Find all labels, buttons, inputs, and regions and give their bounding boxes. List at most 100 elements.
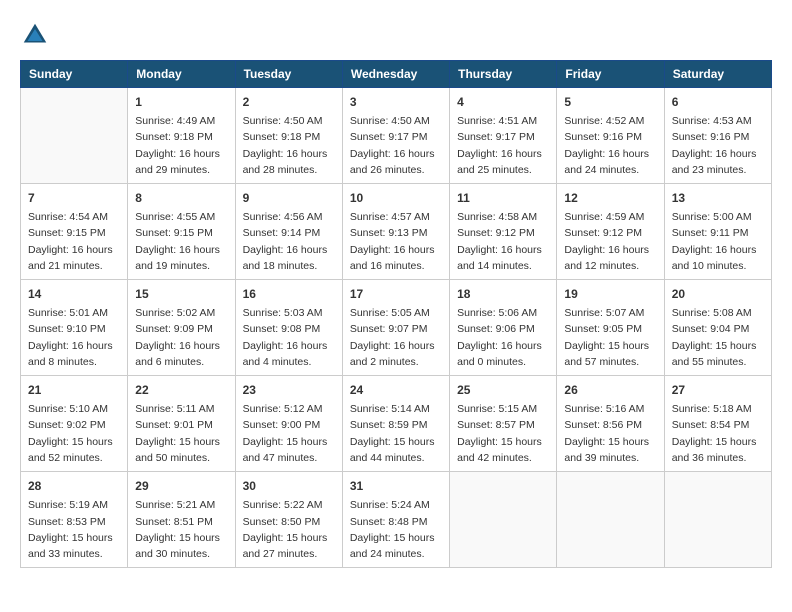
day-number: 31 bbox=[350, 477, 442, 495]
day-number: 1 bbox=[135, 93, 227, 111]
cell-content: Sunrise: 4:50 AM Sunset: 9:18 PM Dayligh… bbox=[243, 113, 335, 178]
cell-content: Sunrise: 5:18 AM Sunset: 8:54 PM Dayligh… bbox=[672, 401, 764, 466]
day-number: 5 bbox=[564, 93, 656, 111]
week-row-1: 1Sunrise: 4:49 AM Sunset: 9:18 PM Daylig… bbox=[21, 88, 772, 184]
calendar-cell: 3 Sunrise: 4:50 AM Sunset: 9:17 PM Daylig… bbox=[342, 88, 449, 184]
calendar-cell: 9 Sunrise: 4:56 AM Sunset: 9:14 PM Daylig… bbox=[235, 184, 342, 280]
cell-content: Sunrise: 5:10 AM Sunset: 9:02 PM Dayligh… bbox=[28, 401, 120, 466]
calendar-cell: 24Sunrise: 5:14 AM Sunset: 8:59 PM Dayli… bbox=[342, 376, 449, 472]
header-cell-tuesday: Tuesday bbox=[235, 61, 342, 88]
header-row: SundayMondayTuesdayWednesdayThursdayFrid… bbox=[21, 61, 772, 88]
calendar-cell: 18Sunrise: 5:06 AM Sunset: 9:06 PM Dayli… bbox=[450, 280, 557, 376]
calendar-cell: 29Sunrise: 5:21 AM Sunset: 8:51 PM Dayli… bbox=[128, 472, 235, 568]
week-row-2: 7 Sunrise: 4:54 AM Sunset: 9:15 PM Daylig… bbox=[21, 184, 772, 280]
calendar-cell: 26 Sunrise: 5:16 AM Sunset: 8:56 PM Dayli… bbox=[557, 376, 664, 472]
header-cell-friday: Friday bbox=[557, 61, 664, 88]
calendar-cell: 17Sunrise: 5:05 AM Sunset: 9:07 PM Dayli… bbox=[342, 280, 449, 376]
calendar-cell: 13 Sunrise: 5:00 AM Sunset: 9:11 PM Dayli… bbox=[664, 184, 771, 280]
calendar-cell: 16Sunrise: 5:03 AM Sunset: 9:08 PM Dayli… bbox=[235, 280, 342, 376]
calendar-cell bbox=[21, 88, 128, 184]
cell-content: Sunrise: 5:22 AM Sunset: 8:50 PM Dayligh… bbox=[243, 497, 335, 562]
day-number: 11 bbox=[457, 189, 549, 207]
cell-content: Sunrise: 4:56 AM Sunset: 9:14 PM Dayligh… bbox=[243, 209, 335, 274]
cell-content: Sunrise: 5:15 AM Sunset: 8:57 PM Dayligh… bbox=[457, 401, 549, 466]
cell-content: Sunrise: 4:55 AM Sunset: 9:15 PM Dayligh… bbox=[135, 209, 227, 274]
day-number: 22 bbox=[135, 381, 227, 399]
cell-content: Sunrise: 5:06 AM Sunset: 9:06 PM Dayligh… bbox=[457, 305, 549, 370]
calendar-cell: 7 Sunrise: 4:54 AM Sunset: 9:15 PM Daylig… bbox=[21, 184, 128, 280]
calendar-cell: 10 Sunrise: 4:57 AM Sunset: 9:13 PM Dayli… bbox=[342, 184, 449, 280]
day-number: 17 bbox=[350, 285, 442, 303]
calendar-cell: 14 Sunrise: 5:01 AM Sunset: 9:10 PM Dayli… bbox=[21, 280, 128, 376]
week-row-4: 21 Sunrise: 5:10 AM Sunset: 9:02 PM Dayli… bbox=[21, 376, 772, 472]
day-number: 24 bbox=[350, 381, 442, 399]
cell-content: Sunrise: 5:01 AM Sunset: 9:10 PM Dayligh… bbox=[28, 305, 120, 370]
calendar-cell: 6 Sunrise: 4:53 AM Sunset: 9:16 PM Daylig… bbox=[664, 88, 771, 184]
cell-content: Sunrise: 5:16 AM Sunset: 8:56 PM Dayligh… bbox=[564, 401, 656, 466]
day-number: 29 bbox=[135, 477, 227, 495]
calendar-cell: 23 Sunrise: 5:12 AM Sunset: 9:00 PM Dayli… bbox=[235, 376, 342, 472]
cell-content: Sunrise: 5:24 AM Sunset: 8:48 PM Dayligh… bbox=[350, 497, 442, 562]
cell-content: Sunrise: 5:03 AM Sunset: 9:08 PM Dayligh… bbox=[243, 305, 335, 370]
logo bbox=[20, 20, 54, 50]
cell-content: Sunrise: 4:52 AM Sunset: 9:16 PM Dayligh… bbox=[564, 113, 656, 178]
cell-content: Sunrise: 4:50 AM Sunset: 9:17 PM Dayligh… bbox=[350, 113, 442, 178]
cell-content: Sunrise: 4:57 AM Sunset: 9:13 PM Dayligh… bbox=[350, 209, 442, 274]
day-number: 21 bbox=[28, 381, 120, 399]
calendar-body: 1Sunrise: 4:49 AM Sunset: 9:18 PM Daylig… bbox=[21, 88, 772, 568]
header-cell-monday: Monday bbox=[128, 61, 235, 88]
cell-content: Sunrise: 4:58 AM Sunset: 9:12 PM Dayligh… bbox=[457, 209, 549, 274]
calendar-cell: 19 Sunrise: 5:07 AM Sunset: 9:05 PM Dayli… bbox=[557, 280, 664, 376]
day-number: 8 bbox=[135, 189, 227, 207]
day-number: 23 bbox=[243, 381, 335, 399]
header-cell-thursday: Thursday bbox=[450, 61, 557, 88]
day-number: 10 bbox=[350, 189, 442, 207]
calendar-table: SundayMondayTuesdayWednesdayThursdayFrid… bbox=[20, 60, 772, 568]
day-number: 14 bbox=[28, 285, 120, 303]
day-number: 27 bbox=[672, 381, 764, 399]
calendar-cell: 5 Sunrise: 4:52 AM Sunset: 9:16 PM Daylig… bbox=[557, 88, 664, 184]
calendar-cell: 8 Sunrise: 4:55 AM Sunset: 9:15 PM Daylig… bbox=[128, 184, 235, 280]
calendar-cell bbox=[450, 472, 557, 568]
day-number: 26 bbox=[564, 381, 656, 399]
calendar-cell: 28Sunrise: 5:19 AM Sunset: 8:53 PM Dayli… bbox=[21, 472, 128, 568]
cell-content: Sunrise: 4:54 AM Sunset: 9:15 PM Dayligh… bbox=[28, 209, 120, 274]
calendar-cell: 15 Sunrise: 5:02 AM Sunset: 9:09 PM Dayli… bbox=[128, 280, 235, 376]
day-number: 15 bbox=[135, 285, 227, 303]
calendar-cell: 11 Sunrise: 4:58 AM Sunset: 9:12 PM Dayli… bbox=[450, 184, 557, 280]
cell-content: Sunrise: 5:12 AM Sunset: 9:00 PM Dayligh… bbox=[243, 401, 335, 466]
calendar-cell: 2 Sunrise: 4:50 AM Sunset: 9:18 PM Daylig… bbox=[235, 88, 342, 184]
calendar-cell: 22 Sunrise: 5:11 AM Sunset: 9:01 PM Dayli… bbox=[128, 376, 235, 472]
day-number: 3 bbox=[350, 93, 442, 111]
calendar-cell: 1Sunrise: 4:49 AM Sunset: 9:18 PM Daylig… bbox=[128, 88, 235, 184]
day-number: 7 bbox=[28, 189, 120, 207]
calendar-cell bbox=[664, 472, 771, 568]
header-cell-sunday: Sunday bbox=[21, 61, 128, 88]
cell-content: Sunrise: 5:02 AM Sunset: 9:09 PM Dayligh… bbox=[135, 305, 227, 370]
calendar-cell: 27 Sunrise: 5:18 AM Sunset: 8:54 PM Dayli… bbox=[664, 376, 771, 472]
day-number: 12 bbox=[564, 189, 656, 207]
day-number: 9 bbox=[243, 189, 335, 207]
day-number: 20 bbox=[672, 285, 764, 303]
day-number: 13 bbox=[672, 189, 764, 207]
cell-content: Sunrise: 5:11 AM Sunset: 9:01 PM Dayligh… bbox=[135, 401, 227, 466]
cell-content: Sunrise: 4:59 AM Sunset: 9:12 PM Dayligh… bbox=[564, 209, 656, 274]
calendar-header: SundayMondayTuesdayWednesdayThursdayFrid… bbox=[21, 61, 772, 88]
day-number: 2 bbox=[243, 93, 335, 111]
cell-content: Sunrise: 4:51 AM Sunset: 9:17 PM Dayligh… bbox=[457, 113, 549, 178]
calendar-cell bbox=[557, 472, 664, 568]
cell-content: Sunrise: 5:07 AM Sunset: 9:05 PM Dayligh… bbox=[564, 305, 656, 370]
calendar-cell: 30 Sunrise: 5:22 AM Sunset: 8:50 PM Dayli… bbox=[235, 472, 342, 568]
day-number: 30 bbox=[243, 477, 335, 495]
cell-content: Sunrise: 4:53 AM Sunset: 9:16 PM Dayligh… bbox=[672, 113, 764, 178]
cell-content: Sunrise: 5:00 AM Sunset: 9:11 PM Dayligh… bbox=[672, 209, 764, 274]
week-row-5: 28Sunrise: 5:19 AM Sunset: 8:53 PM Dayli… bbox=[21, 472, 772, 568]
day-number: 25 bbox=[457, 381, 549, 399]
logo-icon bbox=[20, 20, 50, 50]
calendar-cell: 4Sunrise: 4:51 AM Sunset: 9:17 PM Daylig… bbox=[450, 88, 557, 184]
header-cell-saturday: Saturday bbox=[664, 61, 771, 88]
calendar-cell: 31 Sunrise: 5:24 AM Sunset: 8:48 PM Dayli… bbox=[342, 472, 449, 568]
day-number: 6 bbox=[672, 93, 764, 111]
calendar-cell: 25 Sunrise: 5:15 AM Sunset: 8:57 PM Dayli… bbox=[450, 376, 557, 472]
day-number: 19 bbox=[564, 285, 656, 303]
